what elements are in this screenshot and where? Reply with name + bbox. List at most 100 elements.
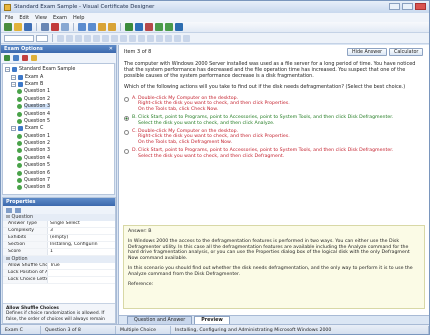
menu-file[interactable]: File xyxy=(5,15,13,21)
option-radio[interactable] xyxy=(124,96,129,102)
hide-answer-button[interactable]: Hide Answer xyxy=(347,48,388,56)
maximize-button[interactable] xyxy=(402,3,413,10)
tab-question-and-answer[interactable]: Question and Answer xyxy=(127,316,193,324)
property-value[interactable] xyxy=(48,277,115,283)
align-center-icon[interactable] xyxy=(93,34,100,42)
tree-question-node[interactable]: Question 2 xyxy=(5,140,112,147)
copy-icon[interactable] xyxy=(78,23,86,31)
expand-collapse-icon[interactable]: − xyxy=(5,67,10,73)
highlight-icon[interactable] xyxy=(156,34,163,42)
redo-icon[interactable] xyxy=(108,23,116,31)
tree-question-node[interactable]: Question 1 xyxy=(5,133,112,140)
property-value[interactable]: Single Select xyxy=(48,221,115,227)
delete-icon[interactable] xyxy=(51,23,59,31)
tree-question-node[interactable]: Question 6 xyxy=(5,169,112,176)
close-button[interactable] xyxy=(415,3,426,10)
search-icon[interactable] xyxy=(135,23,143,31)
answer-option[interactable]: A. Double-click My Computer on the deskto… xyxy=(124,96,424,113)
cut-icon[interactable] xyxy=(61,23,69,31)
move-up-icon[interactable] xyxy=(155,23,163,31)
new-exam-icon[interactable] xyxy=(4,23,12,31)
size-select[interactable] xyxy=(36,34,48,42)
bold-icon[interactable] xyxy=(57,34,64,42)
property-row[interactable]: Exhibits (empty) xyxy=(3,235,115,242)
answer-option[interactable]: C. Double-click My Computer on the deskto… xyxy=(124,129,424,146)
properties-section-question[interactable]: ⊟ Question xyxy=(3,214,115,221)
property-row[interactable]: Complexity 3 xyxy=(3,228,115,235)
tree-question-node[interactable]: Question 3 xyxy=(5,147,112,154)
property-row[interactable]: Allow Shuffle Chc True xyxy=(3,263,115,270)
move-down-icon[interactable] xyxy=(165,23,173,31)
answer-option[interactable]: B. Click Start, point to Programs, point … xyxy=(124,115,424,126)
minimize-button[interactable] xyxy=(389,3,400,10)
add-exam-icon[interactable] xyxy=(13,55,19,61)
italic-icon[interactable] xyxy=(66,34,73,42)
property-value[interactable]: True xyxy=(48,263,115,269)
tree-exam-node[interactable]: − Exam C xyxy=(5,125,112,132)
property-value[interactable] xyxy=(48,270,115,276)
property-value[interactable]: Installing, Configurin xyxy=(48,242,115,248)
property-row[interactable]: Answer Type Single Select xyxy=(3,221,115,228)
menu-exam[interactable]: Exam xyxy=(53,15,67,21)
menu-view[interactable]: View xyxy=(35,15,47,21)
property-value[interactable]: 3 xyxy=(48,228,115,234)
remove-question-icon[interactable] xyxy=(145,23,153,31)
align-right-icon[interactable] xyxy=(102,34,109,42)
answer-options: A. Double-click My Computer on the deskto… xyxy=(119,96,429,159)
font-color-icon[interactable] xyxy=(147,34,154,42)
tree-question-node[interactable]: Question 4 xyxy=(5,110,112,117)
numbering-icon[interactable] xyxy=(120,34,127,42)
tree-question-node[interactable]: Question 5 xyxy=(5,162,112,169)
tree-exam-node[interactable]: − Exam B xyxy=(5,81,112,88)
menu-help[interactable]: Help xyxy=(73,15,84,21)
tree-question-node[interactable]: Question 3 xyxy=(5,103,112,110)
tree-question-node[interactable]: Question 7 xyxy=(5,177,112,184)
option-radio[interactable] xyxy=(124,129,129,135)
add-node-icon[interactable] xyxy=(4,55,10,61)
tree-question-node[interactable]: Question 8 xyxy=(5,184,112,191)
option-radio[interactable] xyxy=(124,149,129,155)
tree-question-node[interactable]: Question 1 xyxy=(5,88,112,95)
property-row[interactable]: Lock Position of Ans xyxy=(3,270,115,277)
underline-icon[interactable] xyxy=(75,34,82,42)
categorized-icon[interactable] xyxy=(6,207,12,213)
expand-collapse-icon[interactable]: − xyxy=(11,74,16,80)
property-row[interactable]: Section Installing, Configurin xyxy=(3,242,115,249)
insert-image-icon[interactable] xyxy=(165,34,172,42)
calculator-button[interactable]: Calculator xyxy=(389,48,424,56)
property-value[interactable]: 1 xyxy=(48,249,115,255)
tree-exam-node[interactable]: − Exam A xyxy=(5,73,112,80)
properties-section-option[interactable]: ⊟ Option xyxy=(3,256,115,263)
print-icon[interactable] xyxy=(41,23,49,31)
undo-icon[interactable] xyxy=(98,23,106,31)
spellcheck-icon[interactable] xyxy=(183,34,190,42)
pin-icon[interactable]: ✕ xyxy=(109,46,113,52)
expand-collapse-icon[interactable]: − xyxy=(11,81,16,87)
indent-icon[interactable] xyxy=(129,34,136,42)
tool-icon[interactable] xyxy=(175,23,183,31)
remove-node-icon[interactable] xyxy=(22,55,28,61)
tree-question-node[interactable]: Question 4 xyxy=(5,155,112,162)
bullets-icon[interactable] xyxy=(111,34,118,42)
open-icon[interactable] xyxy=(14,23,22,31)
expand-collapse-icon[interactable]: − xyxy=(11,126,16,132)
menu-edit[interactable]: Edit xyxy=(19,15,29,21)
tree-question-node[interactable]: Question 2 xyxy=(5,96,112,103)
property-value[interactable]: (empty) xyxy=(48,235,115,241)
insert-table-icon[interactable] xyxy=(174,34,181,42)
align-left-icon[interactable] xyxy=(84,34,91,42)
tree-question-node[interactable]: Question 5 xyxy=(5,118,112,125)
paste-icon[interactable] xyxy=(88,23,96,31)
answer-option[interactable]: D. Click Start, point to Programs, point … xyxy=(124,148,424,159)
tree-exam-node[interactable]: − Standard Exam Sample xyxy=(5,66,112,73)
settings-icon[interactable] xyxy=(31,55,37,61)
font-select[interactable] xyxy=(4,34,34,42)
property-row[interactable]: Lock Choice Letter xyxy=(3,277,115,284)
outdent-icon[interactable] xyxy=(138,34,145,42)
save-icon[interactable] xyxy=(24,23,32,31)
option-radio[interactable] xyxy=(124,116,129,122)
property-row[interactable]: Score 1 xyxy=(3,249,115,256)
alphabetical-icon[interactable] xyxy=(15,207,21,213)
tab-preview[interactable]: Preview xyxy=(194,316,230,324)
add-question-icon[interactable] xyxy=(125,23,133,31)
